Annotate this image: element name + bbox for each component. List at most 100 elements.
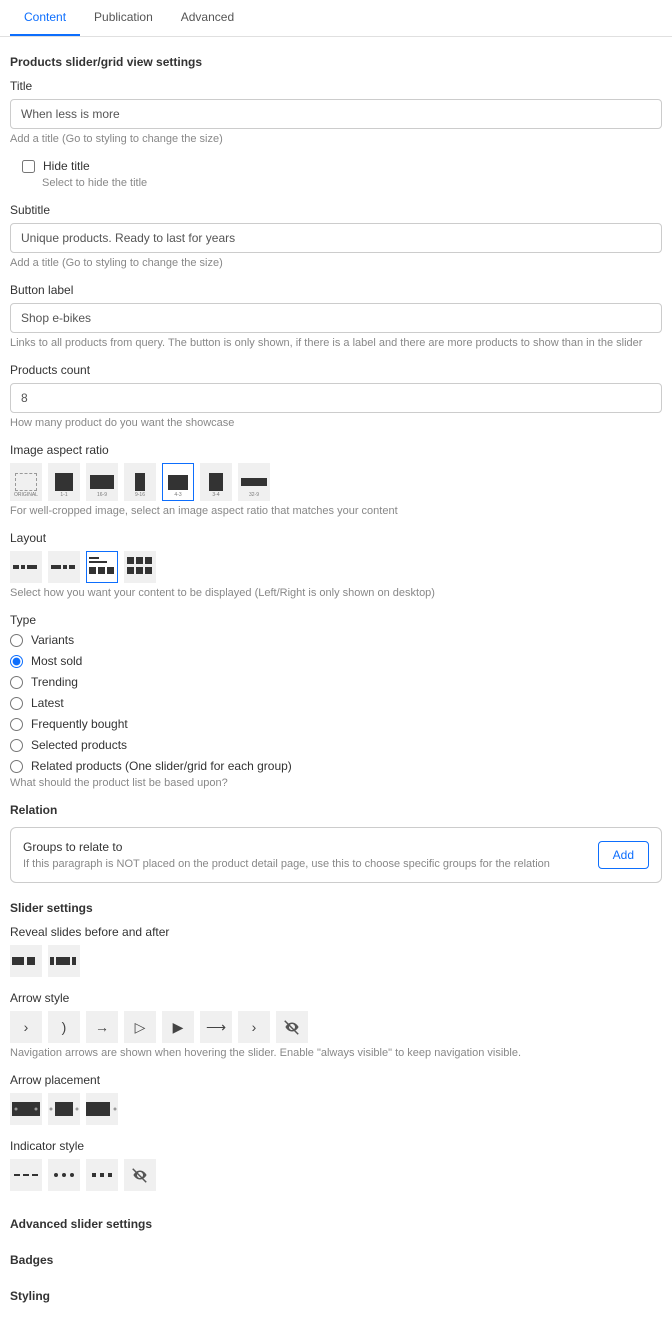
chevron-icon: › — [24, 1019, 29, 1035]
indicator-style-none[interactable] — [124, 1159, 156, 1191]
arrow-style-5[interactable]: ▶ — [162, 1011, 194, 1043]
settings-content: Products slider/grid view settings Title… — [0, 37, 672, 1325]
layout-option-2[interactable] — [48, 551, 80, 583]
title-input[interactable] — [10, 99, 662, 129]
aspect-ratio-help: For well-cropped image, select an image … — [10, 505, 662, 517]
type-trending-label: Trending — [31, 675, 78, 689]
arrow-style-3[interactable]: → — [86, 1011, 118, 1043]
layout-label: Layout — [10, 531, 662, 545]
reveal-option-2[interactable] — [48, 945, 80, 977]
indicator-style-label: Indicator style — [10, 1139, 662, 1153]
relation-box-help: If this paragraph is NOT placed on the p… — [23, 858, 551, 870]
type-help: What should the product list be based up… — [10, 777, 662, 789]
long-arrow-icon: ⟶ — [206, 1019, 226, 1036]
layout-help: Select how you want your content to be d… — [10, 587, 662, 599]
aspect-ratio-original[interactable]: ORIGINAL — [10, 463, 42, 501]
layout-option-4[interactable] — [124, 551, 156, 583]
subtitle-help: Add a title (Go to styling to change the… — [10, 257, 662, 269]
reveal-option-1[interactable] — [10, 945, 42, 977]
arrow-placement-label: Arrow placement — [10, 1073, 662, 1087]
title-label: Title — [10, 79, 662, 93]
arrow-style-help: Navigation arrows are shown when hoverin… — [10, 1047, 662, 1059]
indicator-style-1[interactable] — [10, 1159, 42, 1191]
relation-box-title: Groups to relate to — [23, 840, 551, 854]
hide-title-label: Hide title — [43, 159, 90, 173]
placement-icon-2 — [48, 1102, 80, 1116]
arrow-placement-1[interactable] — [10, 1093, 42, 1125]
tabs-bar: Content Publication Advanced — [0, 0, 672, 37]
button-label-label: Button label — [10, 283, 662, 297]
type-radio-latest[interactable] — [10, 697, 23, 710]
hidden-icon — [131, 1166, 149, 1184]
placement-icon-1 — [12, 1102, 40, 1116]
type-radio-related-products[interactable] — [10, 760, 23, 773]
placement-icon-3 — [86, 1102, 118, 1116]
type-frequently-bought-label: Frequently bought — [31, 717, 128, 731]
layout-icon-4 — [127, 557, 153, 577]
aspect-ratio-4-3[interactable]: 4-3 — [162, 463, 194, 501]
section-header: Products slider/grid view settings — [10, 55, 662, 69]
aspect-ratio-16-9[interactable]: 16-9 — [86, 463, 118, 501]
relation-label: Relation — [10, 803, 662, 817]
aspect-ratio-label: Image aspect ratio — [10, 443, 662, 457]
title-help: Add a title (Go to styling to change the… — [10, 133, 662, 145]
aspect-ratio-9-16[interactable]: 9-16 — [124, 463, 156, 501]
button-label-input[interactable] — [10, 303, 662, 333]
layout-icon-2 — [51, 562, 77, 572]
arrow-style-1[interactable]: › — [10, 1011, 42, 1043]
type-radio-frequently-bought[interactable] — [10, 718, 23, 731]
products-count-help: How many product do you want the showcas… — [10, 417, 662, 429]
layout-icon-1 — [13, 562, 39, 572]
tab-content[interactable]: Content — [10, 0, 80, 36]
hide-title-help: Select to hide the title — [42, 177, 662, 189]
badges-header[interactable]: Badges — [10, 1253, 662, 1267]
hide-title-checkbox[interactable] — [22, 160, 35, 173]
subtitle-label: Subtitle — [10, 203, 662, 217]
arrow-style-6[interactable]: ⟶ — [200, 1011, 232, 1043]
aspect-ratio-1-1[interactable]: 1-1 — [48, 463, 80, 501]
hidden-icon — [283, 1018, 301, 1036]
type-radio-selected-products[interactable] — [10, 739, 23, 752]
layout-icon-3 — [89, 557, 115, 577]
type-radio-trending[interactable] — [10, 676, 23, 689]
arrow-style-7[interactable]: › — [238, 1011, 270, 1043]
arrow-style-2[interactable]: ) — [48, 1011, 80, 1043]
arrow-placement-3[interactable] — [86, 1093, 118, 1125]
arrow-style-4[interactable]: ▷ — [124, 1011, 156, 1043]
arrow-placement-2[interactable] — [48, 1093, 80, 1125]
triangle-outline-icon: ▷ — [135, 1019, 146, 1036]
button-label-help: Links to all products from query. The bu… — [10, 337, 662, 349]
type-radio-variants[interactable] — [10, 634, 23, 647]
aspect-ratio-3-4[interactable]: 3-4 — [200, 463, 232, 501]
reveal-label: Reveal slides before and after — [10, 925, 662, 939]
tab-advanced[interactable]: Advanced — [167, 0, 248, 36]
arrow-icon: → — [95, 1019, 109, 1035]
relation-box: Groups to relate to If this paragraph is… — [10, 827, 662, 883]
styling-header[interactable]: Styling — [10, 1289, 662, 1303]
subtitle-input[interactable] — [10, 223, 662, 253]
reveal-icon-1 — [12, 957, 40, 965]
type-radio-most-sold[interactable] — [10, 655, 23, 668]
tab-publication[interactable]: Publication — [80, 0, 167, 36]
type-selected-products-label: Selected products — [31, 738, 127, 752]
chevron-small-icon: › — [252, 1019, 257, 1035]
dashes-icon — [14, 1173, 38, 1177]
layout-option-1[interactable] — [10, 551, 42, 583]
arrow-style-none[interactable] — [276, 1011, 308, 1043]
dots-icon — [52, 1172, 76, 1178]
squares-icon — [90, 1172, 114, 1178]
slider-settings-header: Slider settings — [10, 901, 662, 915]
aspect-ratio-32-9[interactable]: 32-9 — [238, 463, 270, 501]
type-related-products-label: Related products (One slider/grid for ea… — [31, 759, 292, 773]
products-count-input[interactable] — [10, 383, 662, 413]
type-most-sold-label: Most sold — [31, 654, 82, 668]
type-latest-label: Latest — [31, 696, 64, 710]
arrow-style-label: Arrow style — [10, 991, 662, 1005]
triangle-fill-icon: ▶ — [173, 1019, 184, 1036]
advanced-slider-settings-header[interactable]: Advanced slider settings — [10, 1217, 662, 1231]
paren-icon: ) — [62, 1019, 67, 1035]
indicator-style-2[interactable] — [48, 1159, 80, 1191]
indicator-style-3[interactable] — [86, 1159, 118, 1191]
add-relation-button[interactable]: Add — [598, 841, 649, 869]
layout-option-3[interactable] — [86, 551, 118, 583]
